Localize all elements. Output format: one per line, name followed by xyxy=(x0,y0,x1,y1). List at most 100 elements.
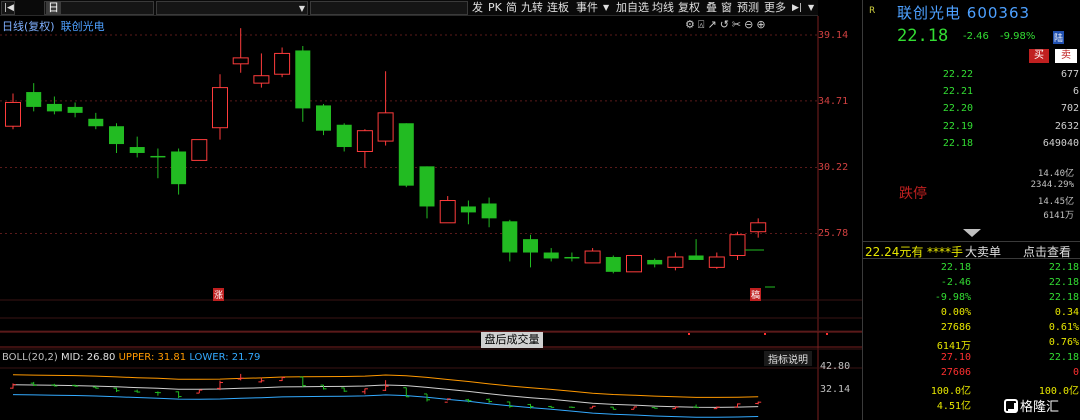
logo-text: 格隆汇 xyxy=(1020,400,1060,415)
quote-left-value: 27686 xyxy=(940,322,971,333)
order-book-row: 22.19 2632 xyxy=(942,121,1079,132)
gelonghui-logo: 格隆汇 xyxy=(1004,396,1059,415)
limit-down-label: 跌停 xyxy=(899,186,927,202)
quote-right-value: 22.18 xyxy=(1048,277,1079,288)
candle-body xyxy=(336,124,352,148)
candle-body xyxy=(232,57,249,65)
y-tick-label: 30.22 xyxy=(818,162,849,173)
big-order-title: 大卖单 xyxy=(965,245,1002,259)
candle-body xyxy=(295,50,311,109)
candle-body xyxy=(191,139,208,161)
quote-right-value: 0 xyxy=(1072,367,1079,378)
boll-lines-group xyxy=(10,373,762,418)
price-change: -2.46 xyxy=(963,31,989,42)
order-book-row: 22.20 702 xyxy=(942,103,1079,114)
candle-body xyxy=(212,87,228,129)
candle-body xyxy=(750,222,767,233)
candle-body xyxy=(460,206,476,213)
quote-row: 22.18 22.18 xyxy=(863,262,1080,276)
market-tag: 陆 xyxy=(1053,31,1065,44)
up-marker: 涨 xyxy=(213,288,225,301)
big-order-price: 22.24元有 xyxy=(865,245,924,259)
candle-body xyxy=(708,256,725,268)
candles-group xyxy=(5,28,775,288)
y-tick-label: 25.78 xyxy=(818,228,849,239)
boll-upper: UPPER: 31.81 xyxy=(118,352,187,363)
y-tick-label: 39.14 xyxy=(818,30,849,41)
r-mark: R xyxy=(869,6,876,16)
boll-indicator-label: BOLL(20,2) MID: 26.80 UPPER: 31.81 LOWER… xyxy=(2,352,260,363)
sell-button[interactable]: 卖 xyxy=(1055,49,1077,63)
quote-left-value: 22.18 xyxy=(940,262,971,273)
boll-tick-label: 42.80 xyxy=(820,361,851,372)
quote-left-value: 6141万 xyxy=(936,341,971,352)
volume-tab[interactable]: 盘后成交量 xyxy=(481,332,543,348)
candle-body xyxy=(647,259,663,265)
quote-left-value: 27.10 xyxy=(940,352,971,363)
candle-body xyxy=(88,118,104,127)
candle-body xyxy=(356,130,373,152)
down-marker: 稿 xyxy=(750,288,762,301)
logo-icon xyxy=(1004,399,1018,413)
order-book-row: 22.22 677 xyxy=(942,69,1079,80)
buy-button[interactable]: 买 xyxy=(1029,49,1049,63)
candle-body xyxy=(667,256,684,268)
candle-body xyxy=(398,123,414,186)
candle-body xyxy=(171,151,187,185)
quote-row: 27686 0.61% xyxy=(863,322,1080,336)
candle-body xyxy=(316,105,331,131)
stat-value: 2344.29% xyxy=(1030,180,1074,190)
candle-body xyxy=(605,256,621,272)
candle-body xyxy=(109,126,124,145)
quote-right-value: 0.34 xyxy=(1054,307,1079,318)
quote-row: 27606 0 xyxy=(863,367,1080,381)
quote-row: 100.0亿 100.0亿 xyxy=(863,382,1080,397)
quote-row: -2.46 22.18 xyxy=(863,277,1080,291)
current-price: 22.18 xyxy=(897,26,949,46)
candle-body xyxy=(253,75,270,84)
quote-left-value: -2.46 xyxy=(940,277,971,288)
quote-row: 6141万 0.76% xyxy=(863,337,1080,352)
stock-title: 联创光电 600363 xyxy=(897,2,1030,23)
price-change-pct: -9.98% xyxy=(1000,31,1036,42)
big-order-stars: ****手 xyxy=(927,245,964,259)
indicator-help-button[interactable]: 指标说明 xyxy=(764,351,812,366)
y-tick-label: 34.71 xyxy=(818,96,849,107)
candle-body xyxy=(439,200,456,224)
candle-body xyxy=(67,106,83,113)
quote-row: -9.98% 22.18 xyxy=(863,292,1080,306)
boll-mid: MID: 26.80 xyxy=(60,352,116,363)
quote-left-value: 100.0亿 xyxy=(930,386,971,397)
order-book-row: 22.21 6 xyxy=(942,86,1079,97)
marker-dot xyxy=(826,333,828,335)
candle-body xyxy=(274,52,291,75)
quote-right-value: 0.76% xyxy=(1048,337,1079,348)
stock-name: 联创光电 xyxy=(897,4,962,22)
stat-value: 14.40亿 xyxy=(1037,169,1074,179)
candle-body xyxy=(150,155,166,158)
candle-body xyxy=(523,239,538,253)
big-order-view-link[interactable]: 点击查看 xyxy=(1023,243,1071,260)
candle-body xyxy=(5,101,21,127)
candle-body xyxy=(584,250,601,264)
candle-body xyxy=(502,221,518,253)
candle-body xyxy=(564,256,580,259)
candle-body xyxy=(543,252,559,259)
quote-left-value: 0.00% xyxy=(940,307,971,318)
candle-body xyxy=(729,234,746,256)
boll-name: BOLL(20,2) xyxy=(2,352,58,363)
quote-left-value: 27606 xyxy=(940,367,971,378)
marker-dot xyxy=(688,333,690,335)
collapse-triangle-icon[interactable] xyxy=(963,229,981,237)
big-order-bar[interactable]: 22.24元有 ****手 大卖单 点击查看 xyxy=(863,241,1080,259)
quote-right-value: 22.18 xyxy=(1048,262,1079,273)
candle-body xyxy=(129,147,145,153)
candle-body xyxy=(481,203,497,219)
quote-left-value: 4.51亿 xyxy=(936,401,971,412)
stat-value: 6141万 xyxy=(1043,211,1074,221)
marker-dot xyxy=(764,333,766,335)
candle-body xyxy=(46,103,62,112)
quote-row: 0.00% 0.34 xyxy=(863,307,1080,321)
quote-right-value: 22.18 xyxy=(1048,352,1079,363)
boll-tick-label: 32.14 xyxy=(820,384,851,395)
